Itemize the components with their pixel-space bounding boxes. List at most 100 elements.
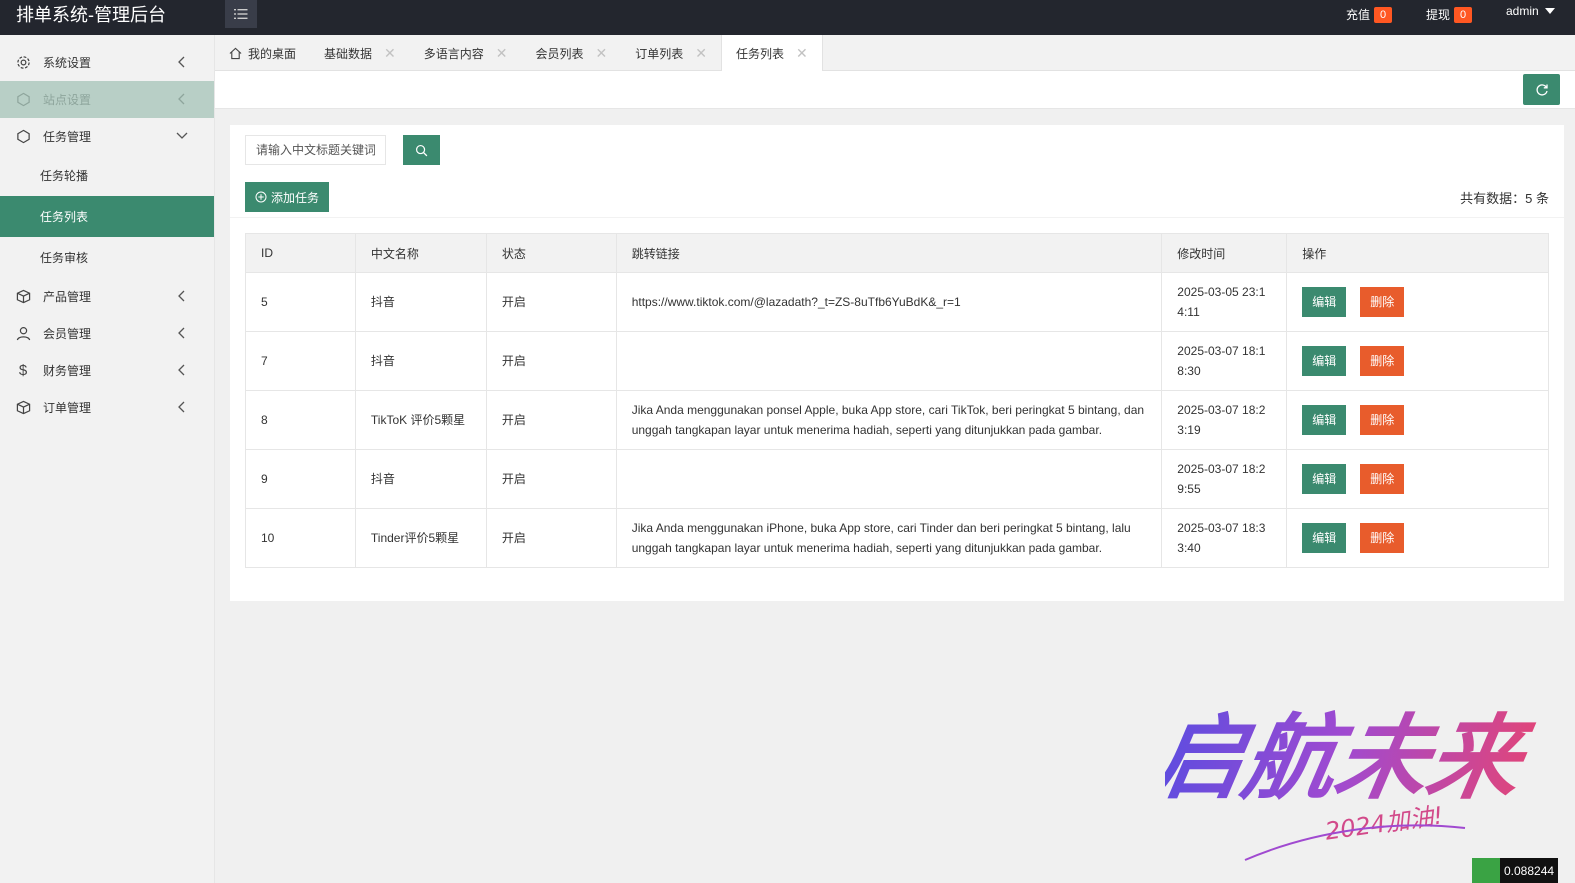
user-menu[interactable]: admin (1506, 4, 1555, 18)
sidebar-item-finance-management[interactable]: $ 财务管理 (0, 352, 214, 389)
cell-id: 5 (245, 272, 356, 332)
table-header-row: ID 中文名称 状态 跳转链接 修改时间 操作 (245, 233, 1549, 273)
cell-name: 抖音 (354, 449, 487, 509)
tab-label: 我的桌面 (248, 46, 297, 61)
sidebar-item-member-management[interactable]: 会员管理 (0, 315, 214, 352)
corner-readout-value: 0.088244 (1504, 863, 1555, 878)
menu-list-icon (234, 9, 248, 19)
close-icon[interactable]: ✕ (596, 45, 608, 62)
cell-link: https://www.tiktok.com/@lazadath?_t=ZS-8… (615, 272, 1163, 332)
close-icon[interactable]: ✕ (384, 45, 396, 62)
tab-bar: 我的桌面 基础数据 ✕ 多语言内容 ✕ 会员列表 ✕ 订单列表 ✕ 任务列表 ✕ (215, 35, 1575, 72)
withdraw-link[interactable]: 提现 0 (1426, 5, 1473, 23)
sidebar-item-task-management[interactable]: 任务管理 (0, 118, 214, 155)
sidebar-item-order-management[interactable]: 订单管理 (0, 389, 214, 426)
sidebar: 系统设置 站点设置 任务管理 任务轮播 任务列表 任务审核 产品管理 会员管理 (0, 35, 215, 883)
refresh-button[interactable] (1523, 74, 1560, 105)
home-icon (229, 47, 242, 59)
edit-button[interactable]: 编辑 (1302, 287, 1347, 317)
cell-time: 2025-03-07 18:29:55 (1161, 449, 1288, 509)
user-icon (15, 326, 31, 342)
content-card: 添加任务 共有数据：5 条 ID 中文名称 状态 跳转链接 修改时间 操作 5 … (230, 125, 1564, 601)
chevron-left-icon (178, 290, 185, 302)
add-task-button[interactable]: 添加任务 (245, 182, 330, 212)
delete-button[interactable]: 删除 (1360, 346, 1405, 376)
delete-button[interactable]: 删除 (1360, 405, 1405, 435)
page-toolbar (215, 71, 1575, 109)
sidebar-item-label: 产品管理 (43, 290, 92, 304)
close-icon[interactable]: ✕ (695, 45, 707, 62)
cell-time: 2025-03-07 18:18:30 (1161, 331, 1288, 391)
cell-link: Jika Anda menggunakan ponsel Apple, buka… (615, 390, 1163, 450)
delete-button[interactable]: 删除 (1360, 464, 1405, 494)
tab-order-list[interactable]: 订单列表 ✕ (621, 35, 721, 71)
cell-actions: 编辑 删除 (1286, 508, 1549, 568)
table-row: 10 Tinder评价5颗星 开启 Jika Anda menggunakan … (245, 508, 1549, 568)
cell-id: 10 (245, 508, 356, 568)
close-icon[interactable]: ✕ (796, 45, 808, 62)
user-name: admin (1506, 4, 1539, 18)
cell-id: 8 (245, 390, 356, 450)
chevron-left-icon (178, 364, 185, 376)
table-row: 7 抖音 开启 2025-03-07 18:18:30 编辑 删除 (245, 331, 1549, 391)
watermark-logo: 启航未来 2024加油! (1165, 704, 1540, 861)
sidebar-item-task-review[interactable]: 任务审核 (0, 237, 214, 278)
chevron-down-icon (176, 132, 188, 139)
tab-multilang-content[interactable]: 多语言内容 ✕ (410, 35, 522, 71)
close-icon[interactable]: ✕ (496, 45, 508, 62)
edit-button[interactable]: 编辑 (1302, 464, 1347, 494)
cell-time: 2025-03-07 18:33:40 (1161, 508, 1288, 568)
sidebar-item-task-list[interactable]: 任务列表 (0, 196, 214, 237)
tab-member-list[interactable]: 会员列表 ✕ (522, 35, 622, 71)
edit-button[interactable]: 编辑 (1302, 405, 1347, 435)
cell-actions: 编辑 删除 (1286, 272, 1549, 332)
column-header: 跳转链接 (615, 233, 1163, 273)
add-task-label: 添加任务 (271, 190, 320, 205)
corner-readout: 0.088244 (1472, 858, 1559, 883)
sidebar-item-label: 会员管理 (43, 327, 92, 341)
column-header: 状态 (485, 233, 617, 273)
watermark-text: 启航未来 (1165, 704, 1540, 812)
tab-my-desktop[interactable]: 我的桌面 (215, 35, 310, 71)
top-header: 排单系统-管理后台 充值 0 提现 0 admin (0, 0, 1575, 35)
tab-label: 会员列表 (535, 46, 584, 61)
table-row: 9 抖音 开启 2025-03-07 18:29:55 编辑 删除 (245, 449, 1549, 509)
sidebar-item-label: 系统设置 (43, 56, 92, 70)
sidebar-item-system-settings[interactable]: 系统设置 (0, 44, 214, 81)
dollar-icon: $ (18, 362, 28, 379)
column-header: ID (245, 233, 356, 273)
hexagon-icon (15, 92, 31, 108)
recharge-link[interactable]: 充值 0 (1346, 5, 1393, 23)
tab-label: 任务列表 (736, 47, 785, 61)
column-header: 操作 (1286, 233, 1549, 273)
refresh-icon (1535, 83, 1548, 96)
sidebar-toggle-button[interactable] (225, 0, 257, 28)
status-indicator-icon (1472, 858, 1500, 883)
cell-actions: 编辑 删除 (1286, 390, 1549, 450)
chevron-left-icon (178, 56, 185, 68)
cell-status: 开启 (485, 331, 617, 391)
sidebar-item-label: 任务管理 (43, 130, 92, 144)
sidebar-item-label: 任务列表 (40, 210, 89, 224)
search-button[interactable] (403, 135, 440, 165)
tab-basic-data[interactable]: 基础数据 ✕ (310, 35, 410, 71)
cube-icon (15, 289, 31, 305)
tab-task-list[interactable]: 任务列表 ✕ (721, 35, 823, 72)
sidebar-item-product-management[interactable]: 产品管理 (0, 278, 214, 315)
cell-name: 抖音 (354, 331, 487, 391)
gear-icon (15, 55, 31, 71)
search-input[interactable] (245, 135, 386, 165)
sidebar-item-label: 任务轮播 (40, 169, 89, 183)
delete-button[interactable]: 删除 (1360, 287, 1405, 317)
recharge-badge: 0 (1374, 7, 1393, 23)
sidebar-item-task-carousel[interactable]: 任务轮播 (0, 155, 214, 196)
cell-time: 2025-03-05 23:14:11 (1161, 272, 1288, 332)
edit-button[interactable]: 编辑 (1302, 346, 1347, 376)
chevron-left-icon (178, 93, 185, 105)
delete-button[interactable]: 删除 (1360, 523, 1405, 553)
cell-status: 开启 (485, 508, 617, 568)
sidebar-item-site-settings[interactable]: 站点设置 (0, 81, 214, 118)
cell-id: 7 (245, 331, 356, 391)
caret-down-icon (1544, 8, 1555, 14)
edit-button[interactable]: 编辑 (1302, 523, 1347, 553)
